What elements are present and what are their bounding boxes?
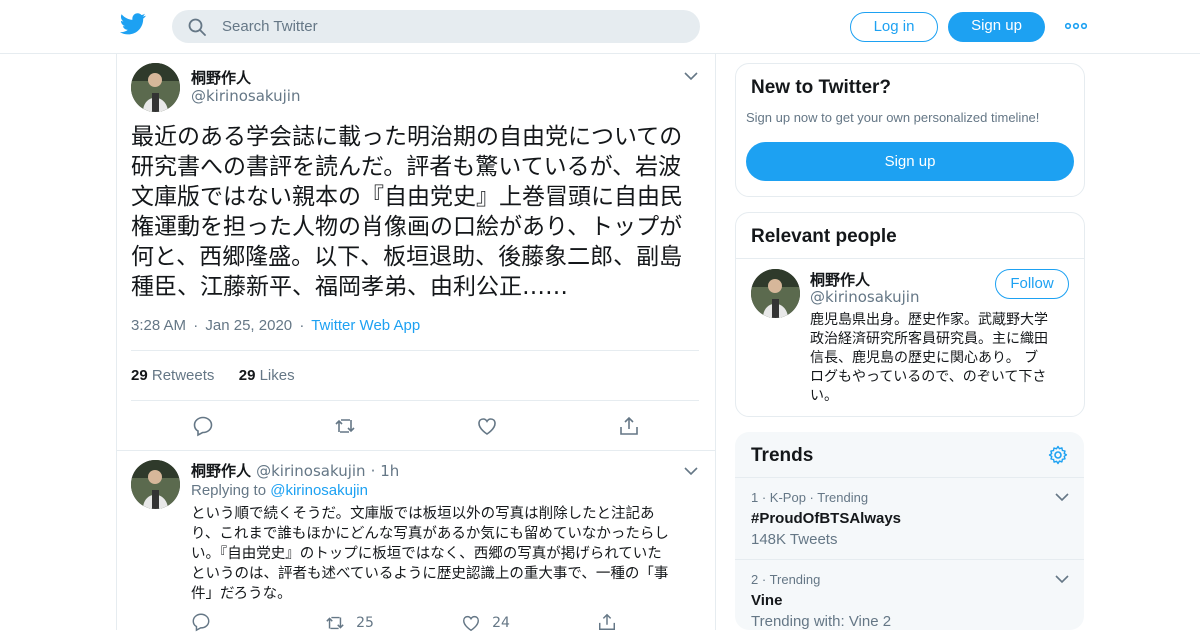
trend-name: #ProudOfBTSAlways <box>751 510 902 527</box>
top-header: Log in Sign up <box>0 0 1200 54</box>
chevron-down-icon[interactable] <box>684 466 698 476</box>
person-bio: 鹿児島県出身。歴史作家。武蔵野大学 政治経済研究所客員研究員。主に織田 信長、鹿… <box>810 312 1048 404</box>
chevron-down-icon[interactable] <box>684 71 698 81</box>
card-title: Relevant people <box>751 226 897 247</box>
trend-meta: 1 · K-Pop · Trending <box>751 490 869 505</box>
chevron-down-icon[interactable] <box>1055 492 1069 502</box>
retweet-icon[interactable] <box>334 415 356 437</box>
person-name[interactable]: 桐野作人 <box>810 269 870 290</box>
card-title: New to Twitter? <box>751 77 892 98</box>
divider <box>131 400 699 401</box>
trend-item[interactable]: 1 · K-Pop · Trending #ProudOfBTSAlways 1… <box>735 478 1084 559</box>
trend-name: Vine <box>751 592 783 609</box>
timeline-column: 桐野作人 @kirinosakujin 最近のある学会誌に載った明治期の自由党に… <box>116 54 716 633</box>
more-dots-icon[interactable] <box>1065 18 1087 34</box>
tweet-date[interactable]: Jan 25, 2020 <box>205 317 292 334</box>
avatar[interactable] <box>131 63 180 112</box>
share-icon[interactable] <box>597 612 619 634</box>
avatar[interactable] <box>751 269 800 318</box>
relevant-people-card: Relevant people 桐野作人 @kirinosakujin Foll… <box>735 212 1085 417</box>
tweet-source-link[interactable]: Twitter Web App <box>311 317 420 334</box>
signup-button-header[interactable]: Sign up <box>948 12 1045 42</box>
tweet-age[interactable]: 1h <box>380 462 399 480</box>
trends-title: Trends <box>751 445 814 466</box>
author-handle[interactable]: @kirinosakujin <box>256 462 365 480</box>
retweet-count: 25 <box>356 614 374 631</box>
follow-button[interactable]: Follow <box>995 269 1069 299</box>
tweet-stats: 29 Retweets 29 Likes <box>131 367 295 384</box>
retweets-stat[interactable]: 29 Retweets <box>131 367 214 384</box>
tweet-meta: 3:28 AM · Jan 25, 2020 · Twitter Web App <box>131 317 421 334</box>
divider <box>736 258 1084 259</box>
retweet-action[interactable]: 25 <box>325 612 374 633</box>
like-action[interactable]: 24 <box>461 612 510 633</box>
replying-to: Replying to @kirinosakujin <box>191 482 368 499</box>
trend-context: Trending with: Vine 2 <box>751 613 892 630</box>
trend-meta: 2 · Trending <box>751 572 821 587</box>
like-count: 24 <box>492 614 510 631</box>
tweet-time[interactable]: 3:28 AM <box>131 317 186 334</box>
share-icon[interactable] <box>618 415 640 437</box>
person-handle[interactable]: @kirinosakujin <box>810 288 919 306</box>
trend-item[interactable]: 2 · Trending Vine Trending with: Vine 2 <box>735 560 1084 630</box>
author-name[interactable]: 桐野作人 <box>191 67 251 88</box>
trend-tweet-count: 148K Tweets <box>751 531 838 548</box>
divider <box>131 350 699 351</box>
twitter-bird-icon[interactable] <box>120 13 146 39</box>
new-to-twitter-card: New to Twitter? Sign up now to get your … <box>735 63 1085 197</box>
like-heart-icon[interactable] <box>476 415 498 437</box>
divider <box>117 450 715 451</box>
search-box[interactable] <box>172 10 700 43</box>
reply-icon[interactable] <box>191 612 213 634</box>
search-icon <box>188 18 206 36</box>
author-name[interactable]: 桐野作人 <box>191 462 251 480</box>
trends-panel: Trends 1 · K-Pop · Trending #ProudOfBTSA… <box>735 432 1084 630</box>
search-input[interactable] <box>222 10 672 43</box>
signup-button-sidebar[interactable]: Sign up <box>746 142 1074 181</box>
settings-gear-icon[interactable] <box>1048 445 1068 465</box>
reply-icon[interactable] <box>192 415 214 437</box>
likes-stat[interactable]: 29 Likes <box>239 367 295 384</box>
avatar[interactable] <box>131 460 180 509</box>
author-handle[interactable]: @kirinosakujin <box>191 87 300 105</box>
replying-to-handle[interactable]: @kirinosakujin <box>270 482 368 499</box>
reply-tweet-text: という順で続くそうだ。文庫版では板垣以外の写真は削除したと注記あ り、これまで誰… <box>191 506 669 602</box>
tweet-text: 最近のある学会誌に載った明治期の自由党についての 研究書への書評を読んだ。評者も… <box>131 124 683 300</box>
card-subtitle: Sign up now to get your own personalized… <box>746 110 1040 125</box>
reply-author-line: 桐野作人 @kirinosakujin · 1h <box>191 462 400 480</box>
login-button[interactable]: Log in <box>850 12 938 42</box>
chevron-down-icon[interactable] <box>1055 574 1069 584</box>
